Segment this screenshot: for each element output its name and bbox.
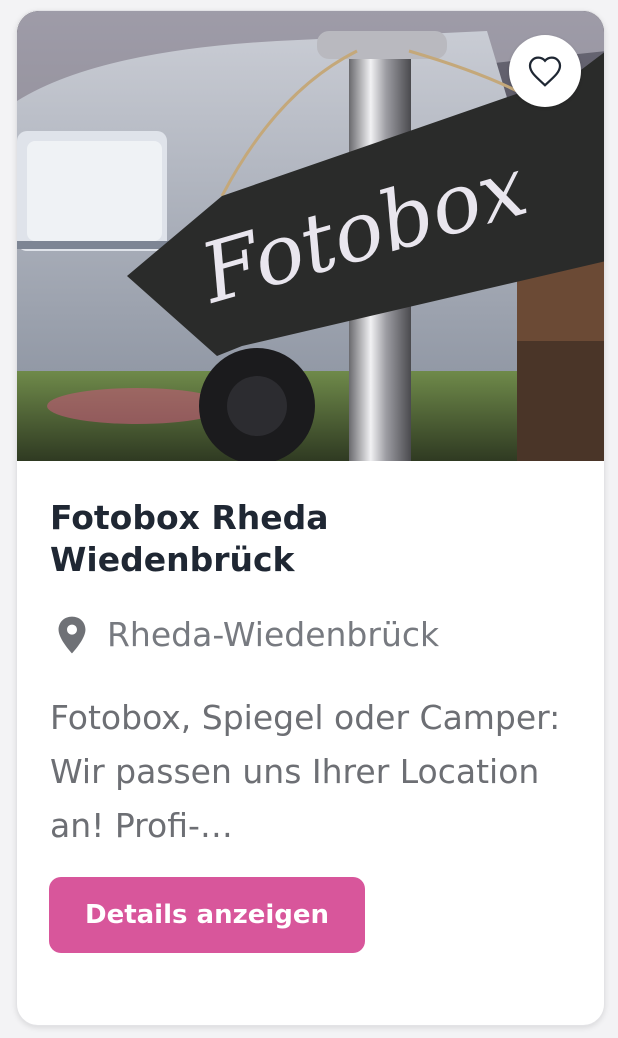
- map-pin-icon: [58, 616, 86, 654]
- listing-description: Fotobox, Spiegel oder Camper: Wir passen…: [50, 698, 561, 845]
- listing-location: Rheda-Wiedenbrück: [107, 615, 440, 654]
- listing-title[interactable]: Fotobox Rheda Wiedenbrück: [50, 497, 570, 581]
- details-button[interactable]: Details anzeigen: [49, 877, 365, 953]
- listing-photo[interactable]: Fotobox: [17, 11, 604, 461]
- listing-card[interactable]: Fotobox Fotobox Rheda Wiedenbrück Rheda-…: [16, 10, 605, 1026]
- heart-outline-icon: [528, 56, 562, 87]
- favorite-button[interactable]: [509, 35, 581, 107]
